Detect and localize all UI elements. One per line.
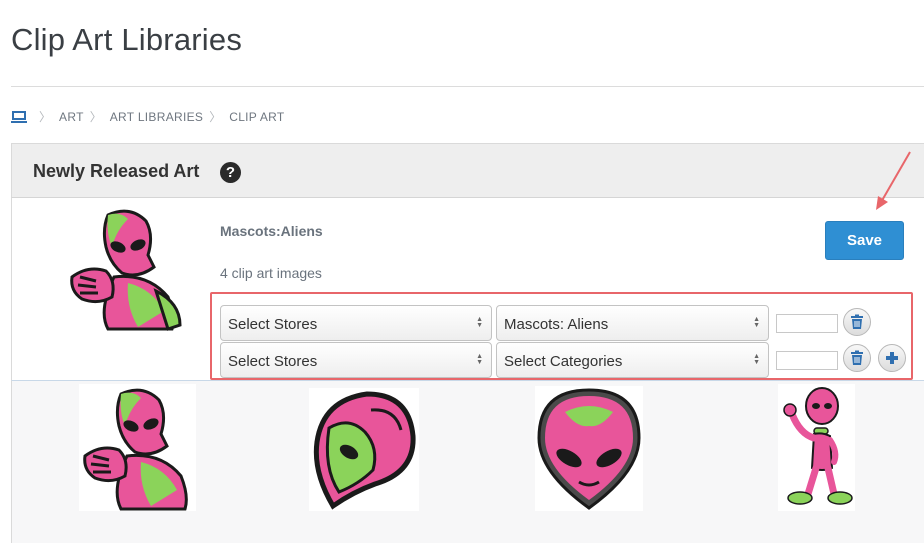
library-thumbnail[interactable]	[68, 207, 184, 331]
breadcrumb-separator: 〉	[209, 110, 222, 124]
save-button[interactable]: Save	[825, 221, 904, 260]
store-select-row-1[interactable]: Select Stores ▲ ▼	[220, 305, 492, 341]
panel-title: Newly Released Art	[33, 161, 200, 181]
breadcrumb-art[interactable]: ART	[59, 110, 84, 124]
library-name[interactable]: Mascots:Aliens	[220, 223, 323, 239]
quantity-input-row-2[interactable]	[776, 351, 838, 370]
select-arrows-icon: ▲ ▼	[476, 316, 483, 329]
delete-row-1-button[interactable]	[843, 308, 871, 336]
thumbnail-alien-pointing[interactable]	[79, 384, 196, 511]
thumbnail-alien-waving[interactable]	[778, 384, 855, 511]
breadcrumb-clip-art: CLIP ART	[229, 109, 285, 124]
category-select-value: Mascots: Aliens	[504, 316, 609, 333]
select-arrows-icon: ▲ ▼	[753, 316, 760, 329]
library-image-count: 4 clip art images	[220, 265, 322, 281]
breadcrumb: 〉 ART 〉 ART LIBRARIES 〉 CLIP ART	[11, 108, 285, 125]
select-arrows-icon: ▲ ▼	[753, 353, 760, 366]
computer-icon[interactable]	[11, 109, 27, 125]
category-select-value: Select Categories	[504, 353, 623, 370]
thumbnail-alien-head-front[interactable]	[535, 386, 643, 511]
question-circle-icon[interactable]: ?	[220, 162, 241, 183]
page-title: Clip Art Libraries	[11, 22, 243, 57]
category-select-row-2[interactable]: Select Categories ▲ ▼	[496, 342, 769, 378]
add-row-button[interactable]	[878, 344, 906, 372]
store-select-value: Select Stores	[228, 316, 318, 333]
title-divider	[11, 86, 924, 87]
store-select-row-2[interactable]: Select Stores ▲ ▼	[220, 342, 492, 378]
panel-header: Newly Released Art ?	[11, 143, 924, 198]
plus-icon	[886, 352, 898, 364]
trash-icon	[851, 350, 863, 365]
annotation-arrow	[876, 151, 911, 210]
trash-icon	[851, 314, 863, 329]
store-select-value: Select Stores	[228, 353, 318, 370]
breadcrumb-separator: 〉	[39, 110, 52, 124]
breadcrumb-separator: 〉	[89, 110, 102, 124]
category-select-row-1[interactable]: Mascots: Aliens ▲ ▼	[496, 305, 769, 341]
select-arrows-icon: ▲ ▼	[476, 353, 483, 366]
delete-row-2-button[interactable]	[843, 344, 871, 372]
quantity-input-row-1[interactable]	[776, 314, 838, 333]
thumbnail-alien-head-side[interactable]	[309, 388, 419, 511]
breadcrumb-art-libraries[interactable]: ART LIBRARIES	[110, 110, 204, 124]
